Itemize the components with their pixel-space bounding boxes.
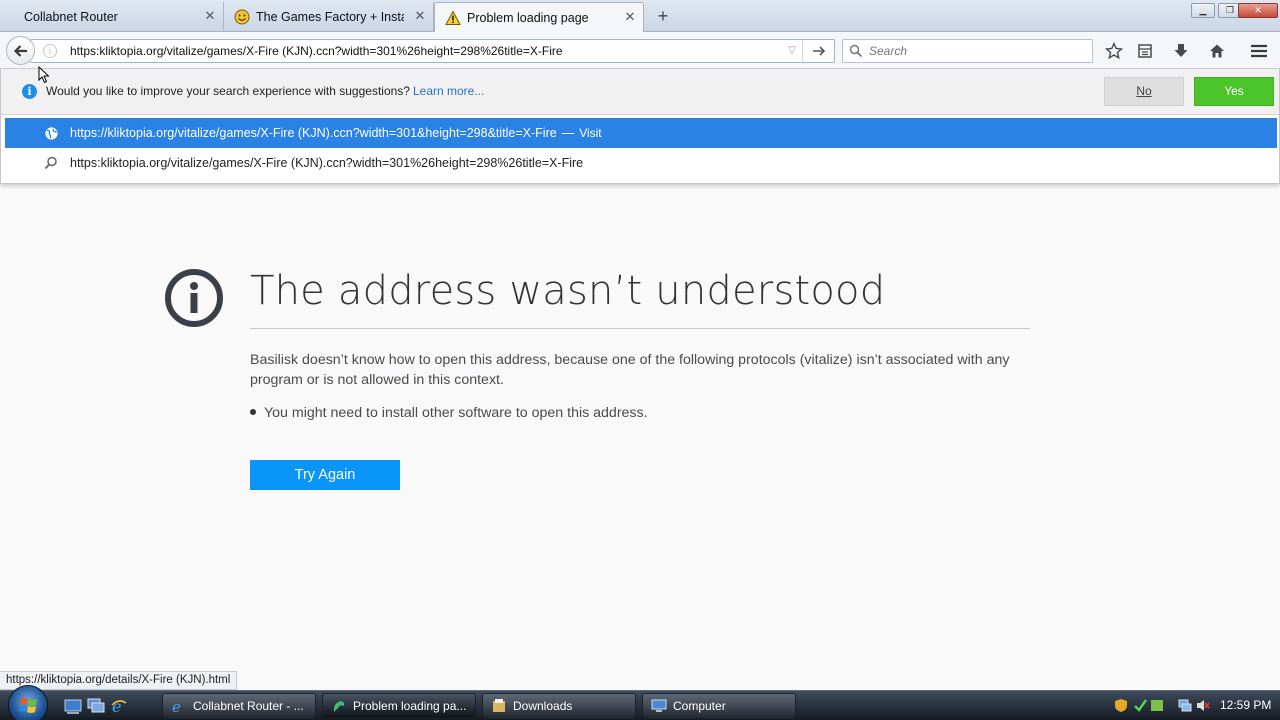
- visit-label: Visit: [579, 126, 602, 140]
- taskbar-item-computer[interactable]: Computer: [642, 693, 796, 719]
- show-desktop-icon[interactable]: [64, 697, 82, 715]
- info-icon[interactable]: i: [43, 44, 57, 58]
- suggestions-text: Would you like to improve your search ex…: [46, 84, 410, 98]
- bullet-icon: [250, 409, 256, 416]
- yes-button[interactable]: Yes: [1194, 77, 1274, 106]
- tab-label: The Games Factory + Install: [256, 10, 404, 24]
- title-divider: [250, 328, 1030, 329]
- taskbar-item-collabnet[interactable]: e Collabnet Router - ...: [162, 693, 316, 719]
- autocomplete-search-text: https:kliktopia.org/vitalize/games/X-Fir…: [70, 156, 584, 170]
- no-button[interactable]: No: [1104, 77, 1184, 106]
- downloads-icon[interactable]: [1171, 41, 1191, 61]
- windows-logo-icon: [19, 698, 37, 713]
- network-icon[interactable]: [1178, 698, 1192, 713]
- back-button[interactable]: [6, 36, 35, 65]
- error-hint-text: You might need to install other software…: [264, 405, 648, 421]
- smiley-icon: [234, 9, 250, 25]
- navigation-toolbar: i https:kliktopia.org/vitalize/games/X-F…: [0, 32, 1280, 69]
- ie-icon: e: [172, 698, 181, 714]
- url-text[interactable]: https:kliktopia.org/vitalize/games/X-Fir…: [70, 44, 563, 58]
- close-icon[interactable]: ✕: [413, 9, 427, 23]
- autocomplete-url: https://kliktopia.org/vitalize/games/X-F…: [70, 126, 557, 140]
- learn-more-link[interactable]: Learn more...: [413, 84, 484, 98]
- computer-icon: [651, 699, 667, 712]
- taskbar-item-label: Collabnet Router - ...: [193, 699, 304, 713]
- close-icon[interactable]: ✕: [623, 10, 637, 24]
- info-icon: i: [22, 84, 37, 99]
- volume-muted-icon[interactable]: [1196, 698, 1210, 713]
- folder-icon: [493, 699, 505, 712]
- close-icon[interactable]: ✕: [1238, 3, 1278, 18]
- home-icon[interactable]: [1207, 41, 1227, 61]
- tab-problem-loading[interactable]: Problem loading page ✕: [434, 2, 644, 33]
- error-title: The address wasn’t understood: [250, 268, 886, 314]
- browser-icon: [333, 701, 345, 712]
- taskbar-item-label: Computer: [673, 699, 726, 713]
- dropdown-icon[interactable]: ▽: [788, 45, 796, 56]
- taskbar: e e Collabnet Router - ... Problem loadi…: [0, 685, 1280, 720]
- ie-icon[interactable]: e: [110, 697, 128, 715]
- tab-games-factory[interactable]: The Games Factory + Install ✕: [224, 2, 434, 32]
- suggestions-message: Would you like to improve your search ex…: [46, 84, 484, 98]
- search-bar[interactable]: [842, 39, 1093, 63]
- shield-icon[interactable]: [1114, 698, 1128, 713]
- separator: —: [561, 126, 575, 140]
- taskbar-item-browser[interactable]: Problem loading pa...: [322, 693, 476, 719]
- start-button[interactable]: [8, 685, 48, 720]
- error-hint: You might need to install other software…: [250, 405, 648, 421]
- search-icon: [849, 44, 863, 58]
- tab-label: Collabnet Router: [24, 10, 118, 24]
- warning-icon: [445, 10, 461, 26]
- menu-icon[interactable]: [1249, 41, 1269, 61]
- bookmarks-menu-icon[interactable]: [1135, 41, 1155, 61]
- go-arrow-icon[interactable]: [802, 40, 834, 62]
- tab-strip: Collabnet Router ✕ The Games Factory + I…: [0, 0, 1280, 33]
- globe-icon: [43, 126, 59, 141]
- search-suggestions-prompt: i Would you like to improve your search …: [1, 69, 1279, 115]
- plus-icon[interactable]: +: [652, 5, 674, 27]
- svg-text:e: e: [172, 698, 181, 714]
- switch-windows-icon[interactable]: [87, 697, 105, 715]
- try-again-button[interactable]: Try Again: [250, 460, 400, 490]
- tab-collabnet-router[interactable]: Collabnet Router ✕: [0, 2, 224, 32]
- autocomplete-row-search[interactable]: https:kliktopia.org/vitalize/games/X-Fir…: [5, 148, 1277, 178]
- mouse-cursor-icon: [38, 66, 50, 84]
- autocomplete-row-visit[interactable]: https://kliktopia.org/vitalize/games/X-F…: [5, 118, 1277, 148]
- close-icon[interactable]: ✕: [203, 9, 217, 23]
- autocomplete-popup: i Would you like to improve your search …: [0, 69, 1280, 184]
- taskbar-item-label: Problem loading pa...: [353, 699, 467, 713]
- search-icon: [43, 156, 59, 170]
- search-input[interactable]: [869, 44, 1089, 58]
- security-center-icon[interactable]: [1150, 698, 1164, 713]
- bookmark-star-icon[interactable]: [1104, 41, 1124, 61]
- url-bar[interactable]: i https:kliktopia.org/vitalize/games/X-F…: [30, 39, 835, 63]
- error-description: Basilisk doesn’t know how to open this a…: [250, 352, 1010, 388]
- taskbar-item-label: Downloads: [513, 699, 573, 713]
- svg-text:e: e: [112, 697, 121, 715]
- clock[interactable]: 12:59 PM: [1220, 698, 1271, 712]
- tab-label: Problem loading page: [467, 11, 589, 25]
- back-arrow-icon: [13, 44, 27, 57]
- info-circle-icon: [165, 269, 223, 327]
- taskbar-item-downloads[interactable]: Downloads: [482, 693, 636, 719]
- checkmark-icon[interactable]: [1133, 698, 1147, 713]
- minimize-icon[interactable]: ▁: [1191, 3, 1215, 18]
